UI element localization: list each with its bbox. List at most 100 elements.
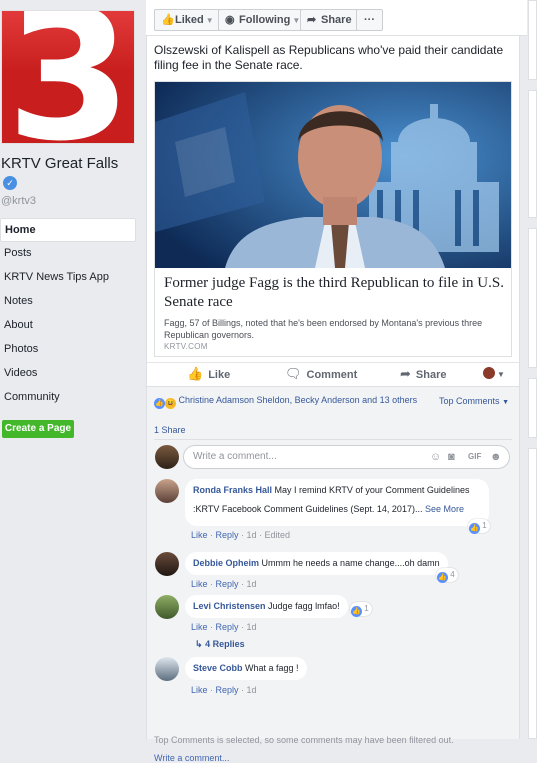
commenter-name[interactable]: Debbie Opheim bbox=[193, 558, 259, 568]
sticker-icon[interactable]: ☻ bbox=[490, 446, 502, 468]
avatar bbox=[155, 445, 179, 469]
view-replies-link[interactable]: ↳ 4 Replies bbox=[195, 639, 245, 650]
comment-meta: Like · Reply · 1d bbox=[191, 622, 257, 632]
nav-item-about[interactable]: About bbox=[0, 314, 136, 338]
create-page-button[interactable]: Create a Page bbox=[2, 420, 74, 438]
divider bbox=[154, 439, 512, 440]
comment-input[interactable]: Write a comment... ☺ ◙ GIF ☻ bbox=[183, 445, 510, 469]
comment-reply-link[interactable]: Reply bbox=[216, 579, 239, 589]
post-text: Olszewski of Kalispell as Republicans wh… bbox=[154, 43, 504, 72]
comment-like-badge[interactable]: 👍 1 bbox=[350, 602, 372, 617]
thumbs-up-icon: 👍 bbox=[469, 523, 480, 534]
post-card: Olszewski of Kalispell as Republicans wh… bbox=[146, 36, 520, 763]
share-page-button[interactable]: ➦ Share bbox=[300, 9, 359, 31]
right-card bbox=[528, 378, 537, 438]
comment-text-2: :KRTV Facebook Comment Guidelines (Sept.… bbox=[193, 504, 464, 514]
comment-text: May I remind KRTV of your Comment Guidel… bbox=[274, 485, 470, 495]
right-card bbox=[528, 90, 537, 218]
nav-item-news-tips-app[interactable]: KRTV News Tips App bbox=[0, 266, 136, 290]
comment-meta: Like · Reply · 1d bbox=[191, 685, 257, 695]
comment-like-link[interactable]: Like bbox=[191, 579, 208, 589]
comment-bubble: Levi Christensen Judge fagg lmfao! bbox=[185, 595, 348, 618]
comment-like-link[interactable]: Like bbox=[191, 622, 208, 632]
right-card bbox=[528, 448, 537, 739]
comments-section: 👍 😆 Christine Adamson Sheldon, Becky Ande… bbox=[147, 386, 519, 763]
page-sidebar: 3 KRTV Great Falls ✓ @krtv3 Home Posts K… bbox=[0, 0, 140, 739]
link-domain: KRTV.COM bbox=[164, 342, 208, 351]
page-nav: Home Posts KRTV News Tips App Notes Abou… bbox=[0, 218, 136, 410]
thumbs-up-icon: 👍 bbox=[187, 366, 204, 381]
comment-meta: Like · Reply · 1d bbox=[191, 579, 257, 589]
comment-text: Ummm he needs a name change....oh damn bbox=[261, 558, 440, 568]
commenter-name[interactable]: Levi Christensen bbox=[193, 601, 266, 611]
emoji-icon[interactable]: ☺ bbox=[430, 446, 441, 468]
comment-reply-link[interactable]: Reply bbox=[216, 685, 239, 695]
nav-item-videos[interactable]: Videos bbox=[0, 362, 136, 386]
chevron-down-icon: ▼ bbox=[205, 16, 214, 25]
write-comment-link[interactable]: Write a comment... bbox=[154, 753, 229, 763]
commenter-name[interactable]: Ronda Franks Hall bbox=[193, 485, 272, 495]
comment-action-button[interactable]: 🗨 Comment bbox=[285, 366, 357, 383]
nav-item-notes[interactable]: Notes bbox=[0, 290, 136, 314]
link-preview-image[interactable] bbox=[155, 82, 511, 268]
thumbs-up-icon: 👍 bbox=[437, 572, 448, 583]
link-description: Fagg, 57 of Billings, noted that he's be… bbox=[164, 318, 483, 340]
reactions-summary[interactable]: 👍 😆 Christine Adamson Sheldon, Becky Ande… bbox=[154, 395, 417, 409]
comment-sort-dropdown[interactable]: Top Comments ▼ bbox=[439, 396, 509, 406]
post-as-selector[interactable]: ▼ bbox=[483, 366, 505, 383]
comment-like-badge[interactable]: 👍 4 bbox=[436, 568, 458, 583]
page-handle[interactable]: @krtv3 bbox=[1, 195, 36, 207]
right-card bbox=[528, 0, 537, 80]
nav-item-posts[interactable]: Posts bbox=[0, 242, 136, 266]
comment-text: Judge fagg lmfao! bbox=[268, 601, 340, 611]
avatar bbox=[483, 367, 495, 379]
logo-text: 3 bbox=[6, 10, 132, 144]
more-options-button[interactable]: ··· bbox=[356, 9, 383, 31]
nav-item-home[interactable]: Home bbox=[0, 218, 136, 242]
chevron-down-icon: ▼ bbox=[497, 370, 505, 379]
share-action-button[interactable]: ➦ Share bbox=[400, 366, 446, 383]
gif-icon[interactable]: GIF bbox=[468, 446, 481, 468]
liked-button[interactable]: 👍 Liked ▼ bbox=[154, 9, 221, 31]
verified-icon: ✓ bbox=[3, 176, 17, 190]
page-name[interactable]: KRTV Great Falls bbox=[1, 155, 118, 172]
comment-reply-link[interactable]: Reply bbox=[216, 622, 239, 632]
reply-arrow-icon: ↳ bbox=[195, 639, 203, 649]
comment-like-link[interactable]: Like bbox=[191, 685, 208, 695]
right-column bbox=[528, 0, 537, 739]
avatar[interactable] bbox=[155, 657, 179, 681]
comment-meta: Like · Reply · 1d · Edited bbox=[191, 530, 291, 540]
rss-icon: ◉ bbox=[225, 14, 235, 26]
comment-bubble: Steve Cobb What a fagg ! bbox=[185, 657, 307, 680]
following-button[interactable]: ◉ Following ▼ bbox=[218, 9, 308, 31]
comment-like-badge[interactable]: 👍 1 bbox=[468, 519, 490, 534]
like-action-button[interactable]: 👍 Like bbox=[187, 366, 230, 383]
thumbs-up-icon: 👍 bbox=[351, 606, 362, 617]
comment-icon: 🗨 bbox=[285, 366, 302, 381]
see-more-link[interactable]: See More bbox=[425, 504, 464, 514]
filtered-note: Top Comments is selected, so some commen… bbox=[154, 735, 454, 745]
comment-reply-link[interactable]: Reply bbox=[216, 530, 239, 540]
haha-reaction-icon: 😆 bbox=[165, 398, 176, 409]
link-title[interactable]: Former judge Fagg is the third Republica… bbox=[164, 274, 504, 312]
right-card bbox=[528, 228, 537, 368]
comment-like-link[interactable]: Like bbox=[191, 530, 208, 540]
post-actions: 👍 Like 🗨 Comment ➦ Share ▼ bbox=[147, 362, 519, 386]
comment-bubble: Debbie Opheim Ummm he needs a name chang… bbox=[185, 552, 448, 575]
camera-icon[interactable]: ◙ bbox=[448, 446, 455, 468]
share-arrow-icon: ➦ bbox=[400, 366, 411, 381]
avatar[interactable] bbox=[155, 552, 179, 576]
share-count[interactable]: 1 Share bbox=[154, 425, 186, 435]
comment-bubble: Ronda Franks Hall May I remind KRTV of y… bbox=[185, 479, 489, 526]
share-arrow-icon: ➦ bbox=[307, 14, 317, 26]
page-action-bar: 👍 Liked ▼ ◉ Following ▼ ➦ Share ··· bbox=[146, 0, 527, 36]
avatar[interactable] bbox=[155, 479, 179, 503]
nav-item-community[interactable]: Community bbox=[0, 386, 136, 410]
thumbs-up-icon: 👍 bbox=[161, 14, 175, 26]
commenter-name[interactable]: Steve Cobb bbox=[193, 663, 243, 673]
link-preview[interactable]: Former judge Fagg is the third Republica… bbox=[154, 81, 512, 357]
nav-item-photos[interactable]: Photos bbox=[0, 338, 136, 362]
page-profile-logo[interactable]: 3 bbox=[1, 10, 135, 144]
avatar[interactable] bbox=[155, 595, 179, 619]
chevron-down-icon: ▼ bbox=[502, 399, 509, 406]
